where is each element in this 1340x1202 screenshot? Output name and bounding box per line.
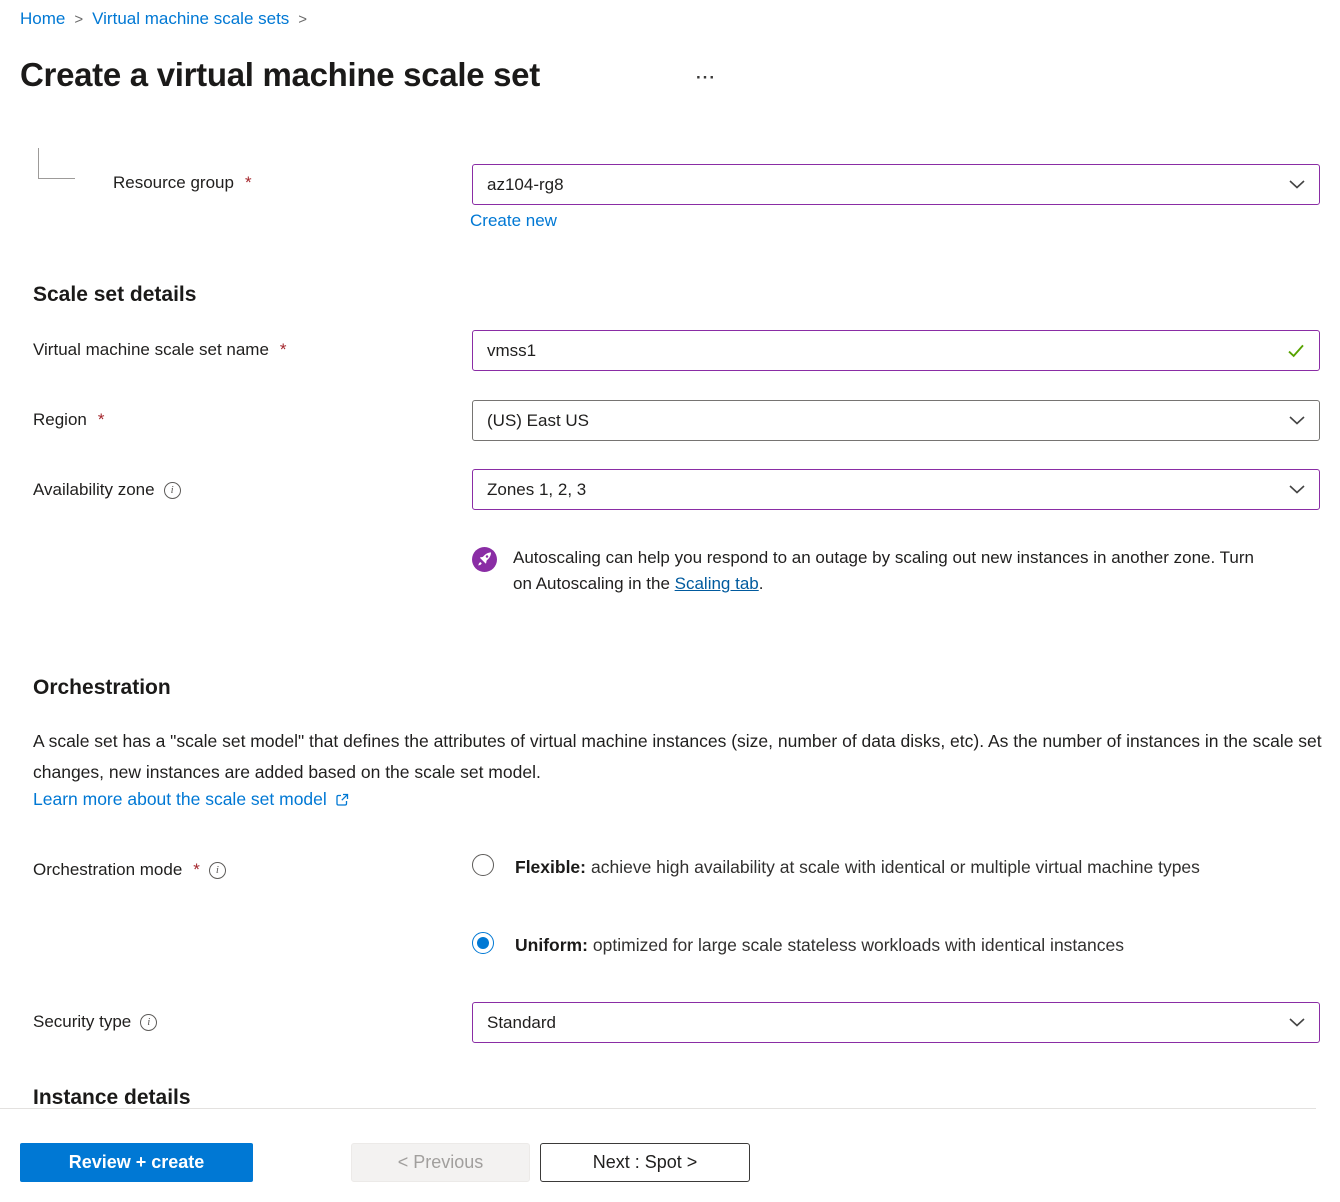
uniform-option-text: Uniform:optimized for large scale statel…: [515, 930, 1312, 961]
vmss-name-label: Virtual machine scale set name *: [33, 340, 287, 360]
required-asterisk: *: [193, 860, 200, 880]
security-type-dropdown[interactable]: Standard: [472, 1002, 1320, 1043]
radio-unselected-icon[interactable]: [472, 854, 494, 876]
scaling-tab-link[interactable]: Scaling tab: [675, 574, 759, 593]
orchestration-mode-label-text: Orchestration mode: [33, 860, 182, 880]
validation-check-icon: [1287, 344, 1305, 358]
breadcrumb-vmss-link[interactable]: Virtual machine scale sets: [92, 9, 289, 29]
page-title: Create a virtual machine scale set: [20, 56, 540, 94]
resource-group-label-text: Resource group: [113, 173, 234, 193]
orchestration-option-uniform[interactable]: Uniform:optimized for large scale statel…: [472, 930, 1312, 961]
chevron-right-icon: >: [298, 10, 307, 28]
chevron-down-icon: [1289, 416, 1305, 425]
previous-button[interactable]: < Previous: [351, 1143, 530, 1182]
orchestration-heading: Orchestration: [33, 676, 171, 700]
availability-zone-label: Availability zone i: [33, 480, 181, 500]
notice-text-before: Autoscaling can help you respond to an o…: [513, 548, 1254, 593]
resource-group-dropdown[interactable]: az104-rg8: [472, 164, 1320, 205]
resource-group-value: az104-rg8: [487, 175, 1289, 195]
info-icon[interactable]: i: [209, 862, 226, 879]
review-create-button[interactable]: Review + create: [20, 1143, 253, 1182]
security-type-value: Standard: [487, 1013, 1289, 1033]
region-label-text: Region: [33, 410, 87, 430]
autoscaling-notice-text: Autoscaling can help you respond to an o…: [513, 545, 1262, 597]
instance-details-heading: Instance details: [33, 1086, 191, 1110]
vmss-name-input[interactable]: [487, 341, 1287, 361]
subscription-elbow-connector: [38, 148, 75, 179]
chevron-down-icon: [1289, 485, 1305, 494]
region-dropdown[interactable]: (US) East US: [472, 400, 1320, 441]
breadcrumb-home-link[interactable]: Home: [20, 9, 65, 29]
required-asterisk: *: [280, 340, 287, 360]
availability-zone-label-text: Availability zone: [33, 480, 155, 500]
security-type-label-text: Security type: [33, 1012, 131, 1032]
region-value: (US) East US: [487, 411, 1289, 431]
resource-group-label: Resource group *: [113, 173, 252, 193]
vmss-name-field[interactable]: [472, 330, 1320, 371]
orchestration-option-flexible[interactable]: Flexible:achieve high availability at sc…: [472, 852, 1262, 883]
chevron-right-icon: >: [74, 10, 83, 28]
autoscaling-notice: Autoscaling can help you respond to an o…: [472, 545, 1262, 597]
next-spot-button[interactable]: Next : Spot >: [540, 1143, 750, 1182]
notice-text-after: .: [759, 574, 764, 593]
required-asterisk: *: [98, 410, 105, 430]
vmss-name-label-text: Virtual machine scale set name: [33, 340, 269, 360]
rocket-icon: [472, 547, 497, 572]
uniform-option-description: optimized for large scale stateless work…: [593, 935, 1124, 955]
availability-zone-value: Zones 1, 2, 3: [487, 480, 1289, 500]
required-asterisk: *: [245, 173, 252, 193]
info-icon[interactable]: i: [140, 1014, 157, 1031]
orchestration-mode-label: Orchestration mode * i: [33, 860, 226, 880]
create-new-link[interactable]: Create new: [470, 211, 557, 231]
flexible-option-name: Flexible:: [515, 857, 586, 877]
orchestration-description: A scale set has a "scale set model" that…: [33, 726, 1328, 788]
external-link-icon: [334, 792, 350, 808]
uniform-option-name: Uniform:: [515, 935, 588, 955]
info-icon[interactable]: i: [164, 482, 181, 499]
learn-more-link[interactable]: Learn more about the scale set model: [33, 789, 350, 810]
chevron-down-icon: [1289, 180, 1305, 189]
radio-selected-icon[interactable]: [472, 932, 494, 954]
learn-more-label: Learn more about the scale set model: [33, 789, 327, 810]
scale-set-details-heading: Scale set details: [33, 283, 196, 307]
more-options-icon[interactable]: ···: [696, 68, 716, 88]
breadcrumb: Home > Virtual machine scale sets >: [20, 9, 307, 29]
flexible-option-text: Flexible:achieve high availability at sc…: [515, 852, 1262, 883]
flexible-option-description: achieve high availability at scale with …: [591, 857, 1200, 877]
chevron-down-icon: [1289, 1018, 1305, 1027]
footer-bar: Review + create < Previous Next : Spot >: [0, 1109, 1340, 1202]
security-type-label: Security type i: [33, 1012, 157, 1032]
availability-zone-dropdown[interactable]: Zones 1, 2, 3: [472, 469, 1320, 510]
create-vmss-page: Home > Virtual machine scale sets > Crea…: [0, 0, 1340, 1202]
region-label: Region *: [33, 410, 105, 430]
